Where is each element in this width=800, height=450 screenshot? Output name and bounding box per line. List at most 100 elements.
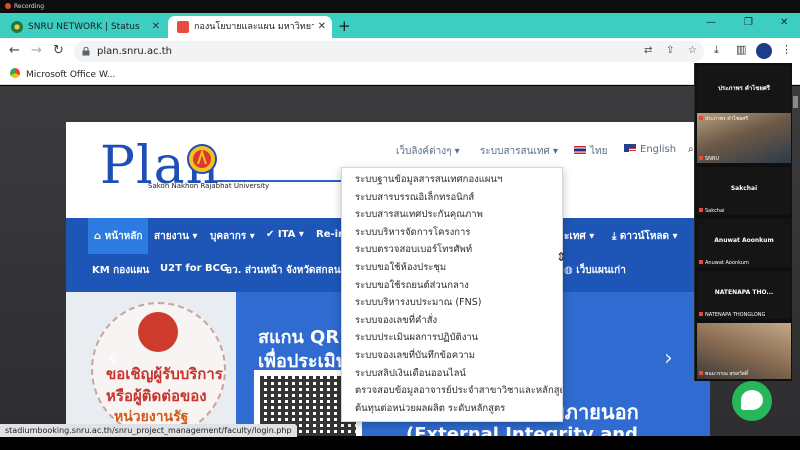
lang-thai[interactable]: ไทย	[574, 144, 607, 159]
asean-logo-icon	[187, 144, 217, 174]
forward-arrow-icon[interactable]: →	[31, 42, 42, 60]
back-arrow-icon[interactable]: ←	[9, 42, 20, 60]
tab-plan-snru[interactable]: กองนโยบายและแผน มหาวิทยาลัยราชภ ✕	[168, 16, 332, 38]
logo-subtitle: Sakon Nakhon Rajabhat University	[148, 182, 270, 190]
office-icon	[10, 68, 20, 78]
hero-left-line1: ขอเชิญผู้รับบริการ	[106, 365, 223, 383]
reload-icon[interactable]: ↻	[53, 42, 64, 60]
search-icon[interactable]: ⌕	[688, 144, 694, 155]
information-systems-dropdown: ระบบฐานข้อมูลสารสนเทศกองแผนฯ ระบบสารบรรณ…	[341, 167, 563, 422]
nav-u2t[interactable]: U2T for BCG	[160, 263, 228, 274]
hero-left-panel: ขอเชิญผู้รับบริการ หรือผู้ติดต่อของ หน่ว…	[66, 292, 236, 436]
plan-favicon-icon	[177, 21, 189, 33]
nav-km[interactable]: KM กองแผน	[92, 263, 149, 278]
nav-personnel[interactable]: บุคลากร ▾	[210, 229, 255, 244]
person-icon	[138, 312, 178, 352]
dropdown-item[interactable]: ระบบจองเลขที่คำสั่ง	[342, 312, 562, 330]
participant-label: พนมวรรณ สุขสวัสดิ์	[699, 370, 748, 378]
participant-tile[interactable]: NATENAPA THO... NATENAPA THONGLONG	[697, 271, 791, 319]
nav-home-label: หน้าหลัก	[104, 231, 143, 242]
dropdown-item[interactable]: ระบบตรวจสอบเบอร์โทรศัพท์	[342, 241, 562, 259]
nav-ita-label: ITA ▾	[277, 229, 304, 240]
nav-info[interactable]: ะเทศ ▾	[564, 229, 594, 244]
menu-dots-icon[interactable]: ⋮	[781, 43, 792, 56]
participant-label: NATENAPA THONGLONG	[699, 312, 765, 318]
meeting-participants-panel: ประภาพร คำไชยศรี ประภาพร คำไชยศรี SNRU S…	[694, 63, 792, 381]
screen: { "recording": {"label": "Recording"}, "…	[0, 0, 800, 450]
dropdown-item[interactable]: ระบบสลิปเงินเดือนออนไลน์	[342, 365, 562, 383]
us-flag-icon	[624, 144, 636, 152]
share-icon[interactable]: ⇪	[666, 45, 674, 56]
nav-download[interactable]: ⤓ ดาวน์โหลด ▾	[612, 229, 678, 244]
bookmark-microsoft-office[interactable]: Microsoft Office W...	[10, 68, 115, 82]
participant-name: Sakchai	[730, 185, 758, 192]
link-status-bar: stadiumbooking.snru.ac.th/snru_project_m…	[0, 424, 297, 437]
check-icon: ✔	[266, 229, 275, 240]
participant-name: Anuwat Aoonkum	[714, 237, 774, 244]
nav-old-web[interactable]: ◍ เว็บแผนเก่า	[564, 263, 626, 278]
new-tab-button[interactable]: +	[338, 16, 351, 36]
nav-ita[interactable]: ✔ ITA ▾	[266, 229, 304, 240]
translate-icon[interactable]: ⇄	[644, 45, 652, 56]
participant-label: ประภาพร คำไชยศรี	[699, 115, 748, 123]
lang-english[interactable]: English	[624, 144, 676, 155]
tab-title: SNRU NETWORK | Status	[28, 22, 140, 32]
slider-next-icon[interactable]: ›	[664, 346, 673, 371]
dropdown-item[interactable]: ระบบจองเลขที่บันทึกข้อความ	[342, 347, 562, 365]
url-text: plan.snru.ac.th	[97, 46, 173, 57]
side-panel-icon[interactable]: ▥	[736, 43, 746, 56]
close-tab-icon[interactable]: ✕	[152, 16, 160, 38]
tab-snru-network[interactable]: SNRU NETWORK | Status ✕	[2, 16, 166, 38]
thai-flag-icon	[574, 146, 586, 154]
dropdown-item[interactable]: ระบบขอใช้ห้องประชุม	[342, 259, 562, 277]
information-systems-menu[interactable]: ระบบสารสนเทศ ▾	[480, 144, 558, 159]
messenger-chat-button[interactable]	[732, 381, 772, 421]
participant-header-tile[interactable]: ประภาพร คำไชยศรี	[697, 65, 791, 113]
tab-title: กองนโยบายและแผน มหาวิทยาลัยราชภ	[194, 22, 314, 32]
participant-tile[interactable]: Sakchai Sakchai	[697, 167, 791, 215]
nav-org[interactable]: อว. ส่วนหน้า จังหวัดสกลนคร	[226, 263, 353, 278]
close-tab-icon[interactable]: ✕	[318, 16, 326, 38]
recording-label: Recording	[14, 3, 45, 10]
address-bar[interactable]: plan.snru.ac.th ⇄ ⇪ ☆	[74, 41, 704, 62]
dropdown-item[interactable]: ระบบสารสนเทศประกันคุณภาพ	[342, 206, 562, 224]
participant-label: Anuwat Aoonkum	[699, 260, 749, 266]
bookmark-star-icon[interactable]: ☆	[688, 45, 697, 56]
participant-name: NATENAPA THO...	[714, 289, 774, 296]
dropdown-item[interactable]: ระบบสารบรรณอิเล็กทรอนิกส์	[342, 189, 562, 207]
globe-icon: ◍	[564, 265, 573, 276]
participant-tile[interactable]: Anuwat Aoonkum Anuwat Aoonkum	[697, 219, 791, 267]
mouse-cursor-icon: ⇕	[556, 250, 567, 264]
minimize-icon[interactable]: —	[706, 17, 716, 28]
hero-left-line2: หรือผู้ติดต่อของ	[106, 387, 207, 405]
dropdown-item[interactable]: ตรวจสอบข้อมูลอาจารย์ประจำสาขาวิชาและหลัก…	[342, 382, 562, 400]
dropdown-item[interactable]: ระบบบริหารงบประมาณ (FNS)	[342, 294, 562, 312]
dropdown-item[interactable]: ระบบบริหารจัดการโครงการ	[342, 224, 562, 242]
close-window-icon[interactable]: ✕	[780, 17, 788, 28]
lock-icon	[82, 47, 90, 56]
participant-video-tile[interactable]: พนมวรรณ สุขสวัสดิ์	[697, 323, 791, 379]
participant-label: SNRU	[699, 156, 719, 162]
profile-avatar-icon[interactable]	[756, 43, 772, 59]
nav-home[interactable]: ⌂ หน้าหลัก	[88, 218, 148, 254]
participant-name: ประภาพร คำไชยศรี	[718, 85, 770, 92]
dropdown-item[interactable]: ระบบฐานข้อมูลสารสนเทศกองแผนฯ	[342, 171, 562, 189]
bookmarks-bar: Microsoft Office W...	[0, 65, 800, 85]
slider-prev-icon[interactable]: ‹	[108, 346, 117, 371]
lang-thai-label: ไทย	[590, 146, 608, 157]
lang-english-label: English	[640, 144, 677, 155]
dropdown-item[interactable]: ระบบขอใช้รถยนต์ส่วนกลาง	[342, 277, 562, 295]
participant-video-tile[interactable]: ประภาพร คำไชยศรี SNRU	[697, 113, 791, 163]
download-icon[interactable]: ⤓	[714, 43, 719, 57]
dropdown-item[interactable]: ระบบประเมินผลการปฏิบัติงาน	[342, 329, 562, 347]
bookmark-label: Microsoft Office W...	[26, 70, 116, 80]
participant-label: Sakchai	[699, 208, 725, 214]
tab-strip: SNRU NETWORK | Status ✕ กองนโยบายและแผน …	[0, 13, 800, 38]
panel-scrollbar[interactable]	[793, 96, 798, 108]
record-dot-icon	[5, 3, 11, 9]
maximize-icon[interactable]: ❐	[744, 17, 753, 28]
dropdown-item[interactable]: ต้นทุนต่อหน่วยผลผลิต ระดับหลักสูตร	[342, 400, 562, 418]
weblinks-menu[interactable]: เว็บลิงค์ต่างๆ ▾	[396, 144, 460, 159]
nav-download-label: ดาวน์โหลด ▾	[619, 231, 678, 242]
nav-line[interactable]: สายงาน ▾	[154, 229, 197, 244]
